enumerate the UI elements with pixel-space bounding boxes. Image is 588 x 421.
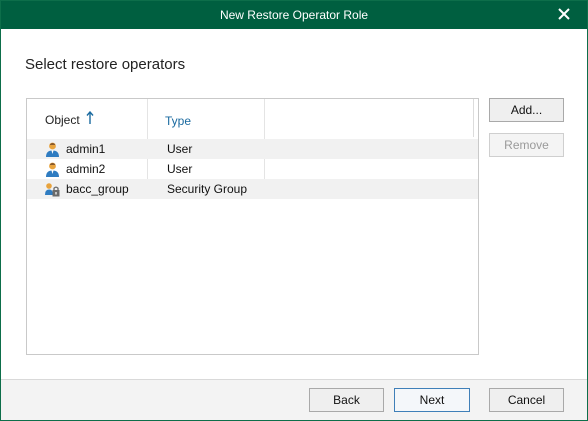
row-object-name: bacc_group [66, 182, 129, 196]
back-button[interactable]: Back [309, 388, 384, 412]
scrollbar-divider [473, 99, 474, 137]
window-title: New Restore Operator Role [219, 8, 369, 22]
column-header-type[interactable]: Type [165, 114, 191, 128]
cancel-button[interactable]: Cancel [489, 388, 564, 412]
user-icon [44, 161, 61, 178]
row-object-type: User [167, 142, 193, 156]
user-icon [44, 141, 61, 158]
remove-button[interactable]: Remove [489, 133, 564, 157]
page-title: Select restore operators [25, 56, 186, 73]
row-object-name: admin2 [66, 162, 106, 176]
sort-ascending-icon [86, 110, 94, 125]
row-object-type: User [167, 162, 193, 176]
operators-list[interactable]: Object Type admin1 User admin2 User bacc… [26, 98, 479, 355]
next-button[interactable]: Next [394, 388, 470, 412]
dialog-window: New Restore Operator Role Select restore… [0, 0, 588, 421]
group-lock-icon [44, 181, 61, 198]
table-row[interactable]: admin2 User [27, 159, 478, 179]
table-row[interactable]: admin1 User [27, 139, 478, 159]
close-icon[interactable] [555, 5, 573, 23]
row-object-type: Security Group [167, 182, 248, 196]
title-bar: New Restore Operator Role [1, 1, 587, 29]
row-object-name: admin1 [66, 142, 106, 156]
add-button[interactable]: Add... [489, 98, 564, 122]
table-row[interactable]: bacc_group Security Group [27, 179, 478, 199]
column-header-object[interactable]: Object [45, 113, 80, 127]
